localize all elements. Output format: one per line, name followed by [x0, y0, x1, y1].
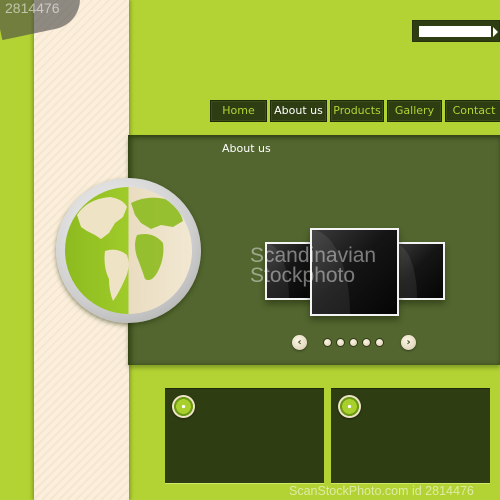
- watermark-center: Scandinavian Stockphoto: [250, 244, 377, 287]
- bullet-circle-icon: [338, 395, 361, 418]
- nav-item-about-us[interactable]: About us: [270, 100, 327, 122]
- main-navigation: Home About us Products Gallery Contact: [210, 100, 500, 122]
- nav-item-products[interactable]: Products: [330, 100, 384, 122]
- watermark-top-text: 2814476: [5, 0, 60, 16]
- watermark-bottom-text: ScanStockPhoto.com id 2814476: [289, 484, 474, 498]
- pagination-dot-5[interactable]: [375, 338, 384, 347]
- chevron-right-icon[interactable]: ›: [401, 335, 416, 350]
- watermark-center-line1: Scandinavian: [250, 244, 377, 267]
- chevron-left-icon[interactable]: ‹: [292, 335, 307, 350]
- nav-item-home[interactable]: Home: [210, 100, 267, 122]
- globe-badge: [56, 178, 201, 323]
- carousel-slide-next[interactable]: [393, 242, 445, 300]
- pagination-dot-2[interactable]: [336, 338, 345, 347]
- content-box-1: [165, 388, 324, 484]
- world-map-icon: [77, 197, 183, 301]
- pagination-dot-3[interactable]: [349, 338, 358, 347]
- watermark-center-line2: Stockphoto: [250, 264, 356, 287]
- bullet-circle-icon: [172, 395, 195, 418]
- triangle-right-icon[interactable]: [493, 27, 498, 37]
- nav-item-contact[interactable]: Contact: [445, 100, 500, 122]
- search-input[interactable]: [419, 26, 491, 37]
- pagination-dot-4[interactable]: [362, 338, 371, 347]
- hero-title: About us: [222, 142, 271, 155]
- nav-item-gallery[interactable]: Gallery: [387, 100, 442, 122]
- search-box: [412, 20, 500, 42]
- content-box-2: [331, 388, 490, 484]
- globe-icon: [65, 187, 192, 314]
- pagination-dot-1[interactable]: [323, 338, 332, 347]
- carousel-pagination: ‹ ›: [292, 335, 416, 351]
